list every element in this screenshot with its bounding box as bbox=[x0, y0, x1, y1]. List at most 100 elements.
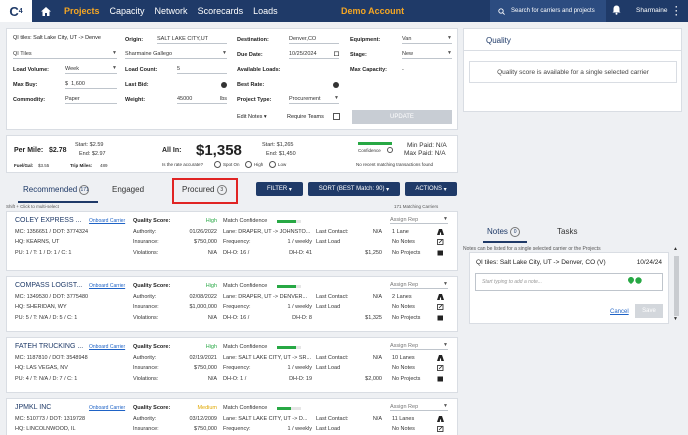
emoji-icon[interactable] bbox=[635, 277, 642, 286]
edit-notes-button[interactable]: Edit Notes ▾ bbox=[237, 114, 267, 120]
qi-tiles-select[interactable]: QI Tiles ▼ bbox=[13, 50, 117, 59]
carrier-card[interactable]: FATEH TRUCKING ... Onboard Carrier MC: 1… bbox=[6, 337, 458, 393]
save-button[interactable]: Save bbox=[635, 304, 663, 318]
match-confidence-bar bbox=[277, 407, 301, 410]
quality-score-value: High bbox=[205, 283, 217, 289]
no-recent-transactions: No recent matching transactions found bbox=[356, 162, 434, 167]
chevron-down-icon: ▼ bbox=[447, 35, 452, 41]
note-edit-icon[interactable] bbox=[437, 365, 444, 371]
equipment-select[interactable]: Van ▼ bbox=[402, 35, 452, 44]
tab-tasks[interactable]: Tasks bbox=[557, 227, 577, 236]
nav-projects[interactable]: Projects bbox=[64, 6, 100, 16]
assign-rep-select[interactable]: Assign Rep ▼ bbox=[390, 342, 448, 350]
nav-scorecards[interactable]: Scorecards bbox=[198, 6, 244, 16]
info-icon[interactable] bbox=[333, 82, 340, 88]
tab-engaged[interactable]: Engaged bbox=[112, 185, 144, 194]
due-date-input[interactable]: 10/25/2024 bbox=[289, 51, 339, 59]
lanes-count[interactable]: 10 Lanes bbox=[392, 355, 415, 361]
project-icon[interactable] bbox=[437, 376, 444, 382]
last-contact-label: Last Contact: bbox=[316, 229, 349, 235]
max-buy-input[interactable]: $ 1,600 bbox=[65, 81, 117, 89]
frequency-value: 1 / weekly bbox=[287, 426, 312, 432]
load-count-input[interactable]: 5 bbox=[177, 66, 227, 74]
road-icon[interactable] bbox=[437, 294, 444, 300]
nav-network[interactable]: Network bbox=[155, 6, 188, 16]
info-icon[interactable] bbox=[221, 82, 228, 88]
carrier-name[interactable]: FATEH TRUCKING ... bbox=[15, 343, 83, 350]
onboard-carrier-link[interactable]: Onboard Carrier bbox=[89, 283, 125, 289]
last-load-label: Last Load bbox=[316, 304, 341, 310]
low-radio[interactable] bbox=[269, 161, 276, 168]
cancel-button[interactable]: Cancel bbox=[610, 309, 629, 315]
location-pin-icon[interactable] bbox=[628, 277, 634, 286]
confidence-label: Confidence bbox=[358, 148, 381, 153]
min-paid: Min Paid: N/A bbox=[407, 142, 447, 149]
onboard-carrier-link[interactable]: Onboard Carrier bbox=[89, 218, 125, 224]
assign-rep-select[interactable]: Assign Rep ▼ bbox=[390, 403, 448, 411]
confidence-info-icon[interactable] bbox=[387, 147, 393, 153]
nav-loads[interactable]: Loads bbox=[253, 6, 278, 16]
lanes-count[interactable]: 1 Lane bbox=[392, 229, 409, 235]
carrier-card[interactable]: COMPASS LOGIST... Onboard Carrier MC: 13… bbox=[6, 276, 458, 332]
carrier-name[interactable]: COMPASS LOGIST... bbox=[15, 282, 82, 289]
last-contact-value: N/A bbox=[372, 416, 382, 422]
road-icon[interactable] bbox=[437, 416, 444, 422]
weight-input[interactable]: 45000 lbs bbox=[177, 96, 227, 104]
require-teams-checkbox[interactable] bbox=[333, 113, 340, 120]
carrier-name[interactable]: JPMKL INC bbox=[15, 404, 51, 411]
lane: Lane: SALT LAKE CITY, UT -> D... bbox=[223, 416, 308, 422]
nav-capacity[interactable]: Capacity bbox=[110, 6, 145, 16]
stage-select[interactable]: New ▼ bbox=[402, 50, 452, 59]
global-search[interactable]: Search for carriers and projects bbox=[490, 0, 606, 22]
scroll-down-icon[interactable]: ▼ bbox=[673, 316, 678, 322]
project-icon[interactable] bbox=[437, 315, 444, 321]
match-confidence-bar bbox=[277, 220, 301, 223]
tab-recommended[interactable]: Recommended 171 bbox=[23, 185, 90, 195]
more-vertical-icon[interactable]: · · · bbox=[675, 3, 678, 20]
quality-score-value: Medium bbox=[197, 405, 217, 411]
projects-count[interactable]: No Projects bbox=[392, 315, 420, 321]
tab-notes[interactable]: Notes 0 bbox=[487, 227, 521, 237]
home-icon[interactable] bbox=[38, 0, 54, 22]
notes-count[interactable]: No Notes bbox=[392, 239, 415, 245]
scroll-up-icon[interactable]: ▲ bbox=[673, 246, 678, 252]
spot-on-radio[interactable] bbox=[214, 161, 221, 168]
origin-input[interactable]: SALT LAKE CITY,UT bbox=[157, 36, 227, 44]
c4-logo[interactable]: C4 bbox=[0, 0, 32, 22]
notes-count[interactable]: No Notes bbox=[392, 426, 415, 432]
note-edit-icon[interactable] bbox=[437, 304, 444, 310]
destination-input[interactable]: Denver,CO bbox=[289, 36, 339, 44]
commodity-input[interactable]: Paper bbox=[65, 96, 117, 104]
all-in-value: $1,358 bbox=[196, 142, 242, 159]
carrier-name[interactable]: COLEY EXPRESS ... bbox=[15, 217, 81, 224]
onboard-carrier-link[interactable]: Onboard Carrier bbox=[89, 344, 125, 350]
onboard-carrier-link[interactable]: Onboard Carrier bbox=[89, 405, 125, 411]
sort-button[interactable]: SORT (BEST Match: 90) ▾ bbox=[308, 182, 400, 196]
filter-button[interactable]: FILTER ▾ bbox=[256, 182, 303, 196]
note-edit-icon[interactable] bbox=[437, 239, 444, 245]
road-icon[interactable] bbox=[437, 355, 444, 361]
actions-button[interactable]: ACTIONS ▾ bbox=[405, 182, 457, 196]
projects-count[interactable]: No Projects bbox=[392, 250, 420, 256]
notes-count[interactable]: No Notes bbox=[392, 365, 415, 371]
carrier-card[interactable]: JPMKL INC Onboard Carrier MC: 510773 / D… bbox=[6, 398, 458, 435]
notes-count[interactable]: No Notes bbox=[392, 304, 415, 310]
project-type-select[interactable]: Procurement ▼ bbox=[289, 95, 339, 104]
note-edit-icon[interactable] bbox=[437, 426, 444, 432]
user-name[interactable]: Sharmaine bbox=[636, 7, 667, 14]
lanes-count[interactable]: 2 Lanes bbox=[392, 294, 412, 300]
road-icon[interactable] bbox=[437, 229, 444, 235]
update-button[interactable]: UPDATE bbox=[352, 110, 452, 124]
lanes-count[interactable]: 11 Lanes bbox=[392, 416, 414, 422]
high-radio[interactable] bbox=[245, 161, 252, 168]
assign-rep-select[interactable]: Assign Rep ▼ bbox=[390, 281, 448, 289]
assign-rep-select[interactable]: Assign Rep ▼ bbox=[390, 216, 448, 224]
best-rate-label: Best Rate: bbox=[237, 82, 265, 88]
notes-scrollbar[interactable] bbox=[674, 256, 679, 316]
projects-count[interactable]: No Projects bbox=[392, 376, 420, 382]
project-icon[interactable] bbox=[437, 250, 444, 256]
bell-icon[interactable] bbox=[612, 5, 621, 17]
load-volume-select[interactable]: Week ▼ bbox=[65, 65, 117, 74]
carrier-card[interactable]: COLEY EXPRESS ... Onboard Carrier MC: 13… bbox=[6, 211, 458, 271]
owner-select[interactable]: Sharmaine Gallego ▼ bbox=[125, 50, 227, 59]
